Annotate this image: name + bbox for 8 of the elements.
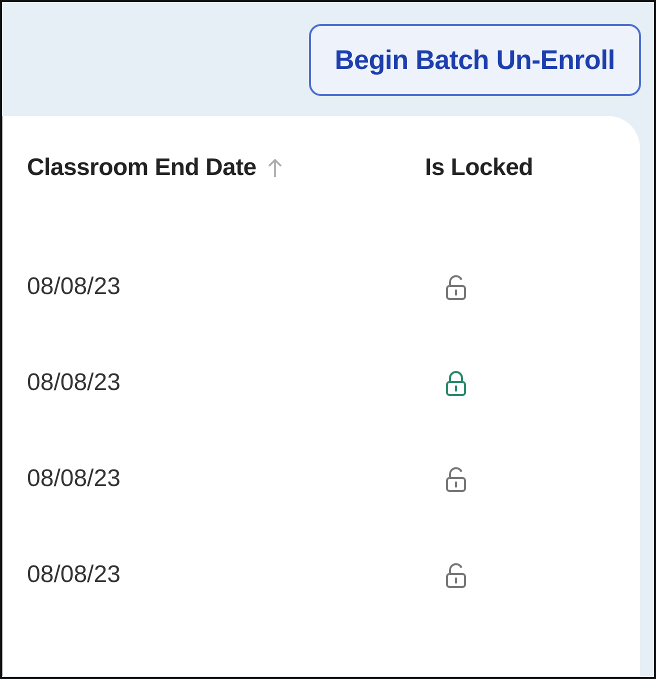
table-cell-text: 08/08/23 [27, 369, 122, 397]
batch-unenroll-button[interactable]: Begin Batch Un-Enroll [308, 24, 641, 96]
sort-arrow-icon[interactable] [268, 158, 282, 178]
column-header[interactable]: Is Locked [425, 154, 534, 182]
table-cell-text: 08/08/23 [27, 273, 122, 301]
table-cell-text: 08/08/23 [27, 561, 122, 589]
table-cell-text: 08/08/23 [27, 465, 122, 493]
column-header[interactable]: Classroom End Date [27, 154, 256, 182]
